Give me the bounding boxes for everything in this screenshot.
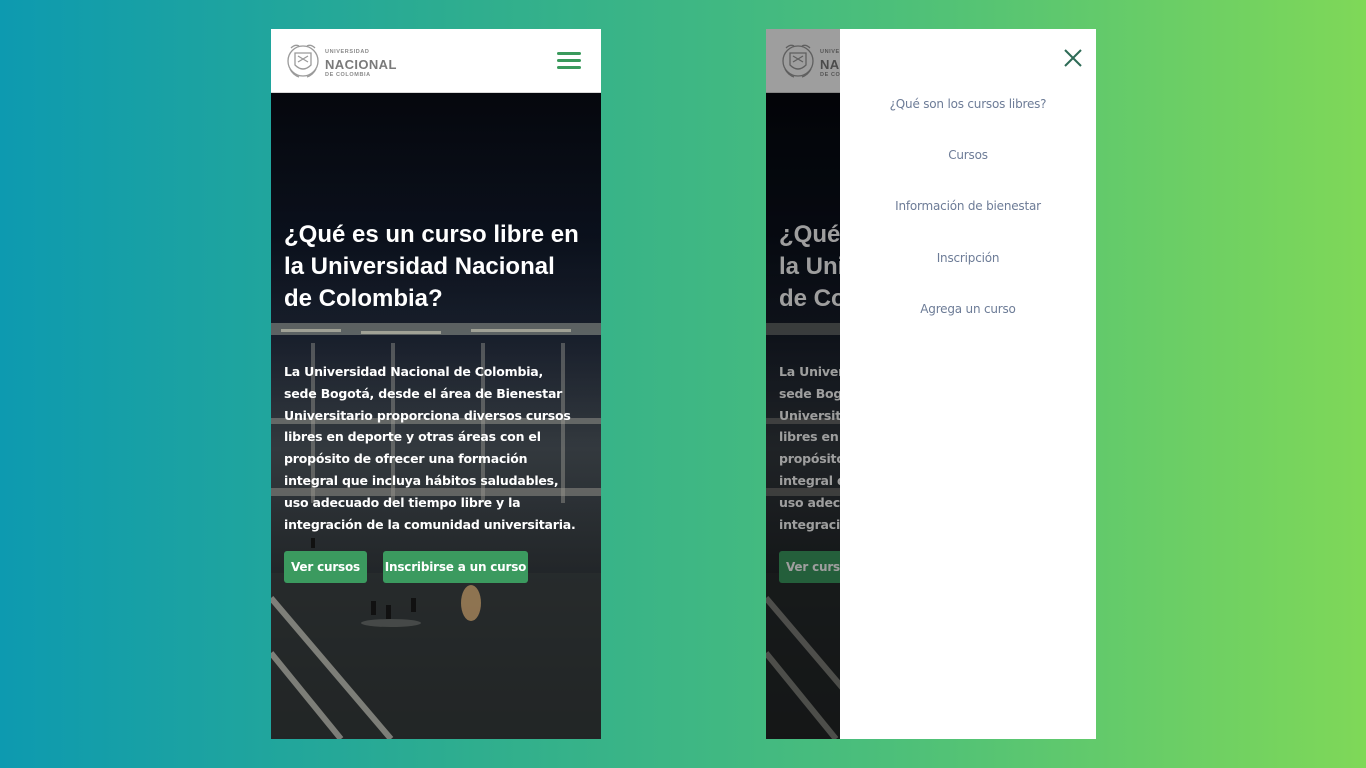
close-icon[interactable] [1062, 47, 1084, 69]
nav-item-enrollment[interactable]: Inscripción [840, 251, 1096, 265]
view-courses-button[interactable]: Ver cursos [284, 551, 367, 583]
hero-description: La Universidad Nacional de Colombia, sed… [284, 364, 576, 532]
nav-item-wellness-info[interactable]: Información de bienestar [840, 199, 1096, 213]
logo-wordmark: UNIVERSIDAD NACIONAL DE COLOMBIA [325, 49, 397, 78]
hero-section: ¿Qué es un curso libre en la Universidad… [271, 93, 601, 739]
nav-drawer: ¿Qué son los cursos libres? Cursos Infor… [840, 29, 1096, 739]
nav-item-add-course[interactable]: Agrega un curso [840, 302, 1096, 316]
mobile-screen-menu-open: UNIVERSIDAD NACIONAL DE COLOMBIA ¿Qué es… [766, 29, 1096, 739]
mobile-screen-home: UNIVERSIDAD NACIONAL DE COLOMBIA ¿Qué es… [271, 29, 601, 739]
hamburger-icon[interactable] [557, 52, 581, 72]
university-shield-icon [287, 44, 319, 78]
logo-line-3: DE COLOMBIA [325, 71, 371, 78]
hero-title: ¿Qué es un curso libre en la Universidad… [284, 221, 579, 312]
university-logo[interactable]: UNIVERSIDAD NACIONAL DE COLOMBIA [285, 39, 397, 85]
enroll-course-button[interactable]: Inscribirse a un curso [383, 551, 528, 583]
logo-line-1: UNIVERSIDAD [325, 49, 370, 55]
nav-item-courses[interactable]: Cursos [840, 148, 1096, 162]
logo-line-2: NACIONAL [325, 56, 397, 72]
nav-item-what-are-courses[interactable]: ¿Qué son los cursos libres? [840, 97, 1096, 111]
site-header: UNIVERSIDAD NACIONAL DE COLOMBIA [271, 29, 601, 93]
